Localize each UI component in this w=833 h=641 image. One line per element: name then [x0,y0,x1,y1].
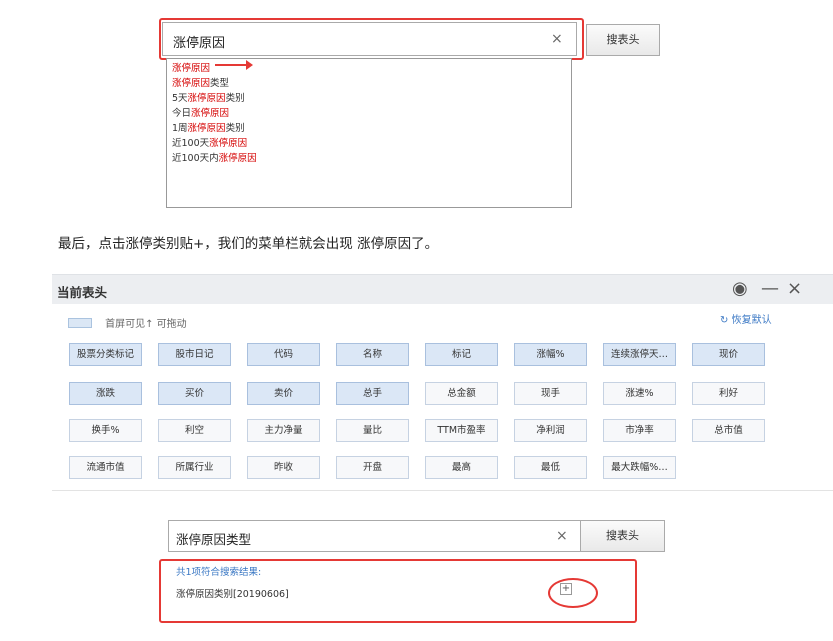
suggestion-dropdown: 涨停原因 涨停原因类型 5天涨停原因类别 今日涨停原因 1周涨停原因类别 近100天涨停原… [166,58,572,208]
header-chip[interactable]: 总金额 [425,382,498,405]
search-header-button[interactable]: 搜表头 [580,520,665,552]
suggestion-prefix: 近100天内 [172,153,219,164]
suggestion-match: 涨停原因 [187,123,226,134]
suggestion-prefix: 5天 [172,93,188,104]
suggestion-prefix: 近100天 [172,138,210,149]
suggestion-item[interactable]: 今日涨停原因 [172,106,566,121]
suggestion-match: 涨停原因 [191,108,230,119]
dialog-title-bar: 当前表头 ◉ — × [52,274,833,304]
suggestion-item[interactable]: 近100天内涨停原因 [172,151,566,166]
arrow-annotation [215,60,253,70]
header-chip[interactable]: 昨收 [247,456,320,479]
suggestion-suffix: 类别 [225,93,245,104]
drag-hint: 首屏可见↑ 可拖动 [105,319,187,330]
suggestion-item[interactable]: 5天涨停原因类别 [172,91,566,106]
suggestion-prefix: 1周 [172,123,188,134]
header-chip[interactable]: 总市值 [692,419,765,442]
drag-legend: 首屏可见↑ 可拖动 [68,312,187,331]
header-chip[interactable]: 最高 [425,456,498,479]
clear-icon[interactable]: × [556,528,568,544]
header-chip[interactable]: 最低 [514,456,587,479]
header-chip[interactable]: 涨跌 [69,382,142,405]
highlight-box [159,18,584,60]
header-chip[interactable]: 涨幅% [514,343,587,366]
header-chip[interactable]: 流通市值 [69,456,142,479]
dialog-title: 当前表头 [57,285,108,300]
header-chip[interactable]: TTM市盈率 [425,419,498,442]
header-chip[interactable]: 利空 [158,419,231,442]
suggestion-prefix: 今日 [172,108,192,119]
header-chip[interactable]: 换手% [69,419,142,442]
header-chip[interactable]: 代码 [247,343,320,366]
header-chip[interactable]: 买价 [158,382,231,405]
search-header-button[interactable]: 搜表头 [586,24,660,56]
suggestion-suffix: 类别 [225,123,245,134]
header-chip[interactable]: 主力净量 [247,419,320,442]
header-chip[interactable]: 标记 [425,343,498,366]
header-chip[interactable]: 股票分类标记 [69,343,142,366]
suggestion-item[interactable]: 涨停原因类型 [172,76,566,91]
header-chip[interactable]: 市净率 [603,419,676,442]
header-chip[interactable]: 现价 [692,343,765,366]
restore-default-label: 恢复默认 [731,315,772,326]
highlight-circle [548,578,598,608]
header-chip[interactable]: 股市日记 [158,343,231,366]
search-input[interactable]: 涨停原因类型 × [168,520,581,552]
header-chip[interactable]: 总手 [336,382,409,405]
suggestion-match: 涨停原因 [187,93,226,104]
header-chip[interactable]: 名称 [336,343,409,366]
header-chip[interactable]: 净利润 [514,419,587,442]
close-icon[interactable]: × [787,278,802,299]
suggestion-match: 涨停原因 [172,78,211,89]
header-chip[interactable]: 连续涨停天… [603,343,676,366]
suggestion-item[interactable]: 1周涨停原因类别 [172,121,566,136]
header-chip[interactable]: 现手 [514,382,587,405]
minimize-icon[interactable]: — [761,278,779,299]
divider [52,490,833,491]
refresh-icon: ↻ [720,315,729,326]
header-chip[interactable]: 最大跌幅%… [603,456,676,479]
legend-swatch [68,317,92,328]
header-chip[interactable]: 量比 [336,419,409,442]
search-input-value: 涨停原因类型 [176,532,252,547]
suggestion-match: 涨停原因 [218,153,257,164]
restore-default-link[interactable]: ↻ 恢复默认 [720,311,772,326]
header-chip[interactable]: 开盘 [336,456,409,479]
suggestion-suffix: 类型 [210,78,230,89]
header-chip[interactable]: 卖价 [247,382,320,405]
instruction-text: 最后，点击涨停类别贴+，我们的菜单栏就会出现 涨停原因了。 [58,236,439,252]
info-icon[interactable]: ◉ [732,278,748,299]
header-chip[interactable]: 利好 [692,382,765,405]
suggestion-match: 涨停原因 [172,63,211,74]
suggestion-match: 涨停原因 [209,138,248,149]
header-chip[interactable]: 所属行业 [158,456,231,479]
header-chip[interactable]: 涨速% [603,382,676,405]
suggestion-item[interactable]: 近100天涨停原因 [172,136,566,151]
